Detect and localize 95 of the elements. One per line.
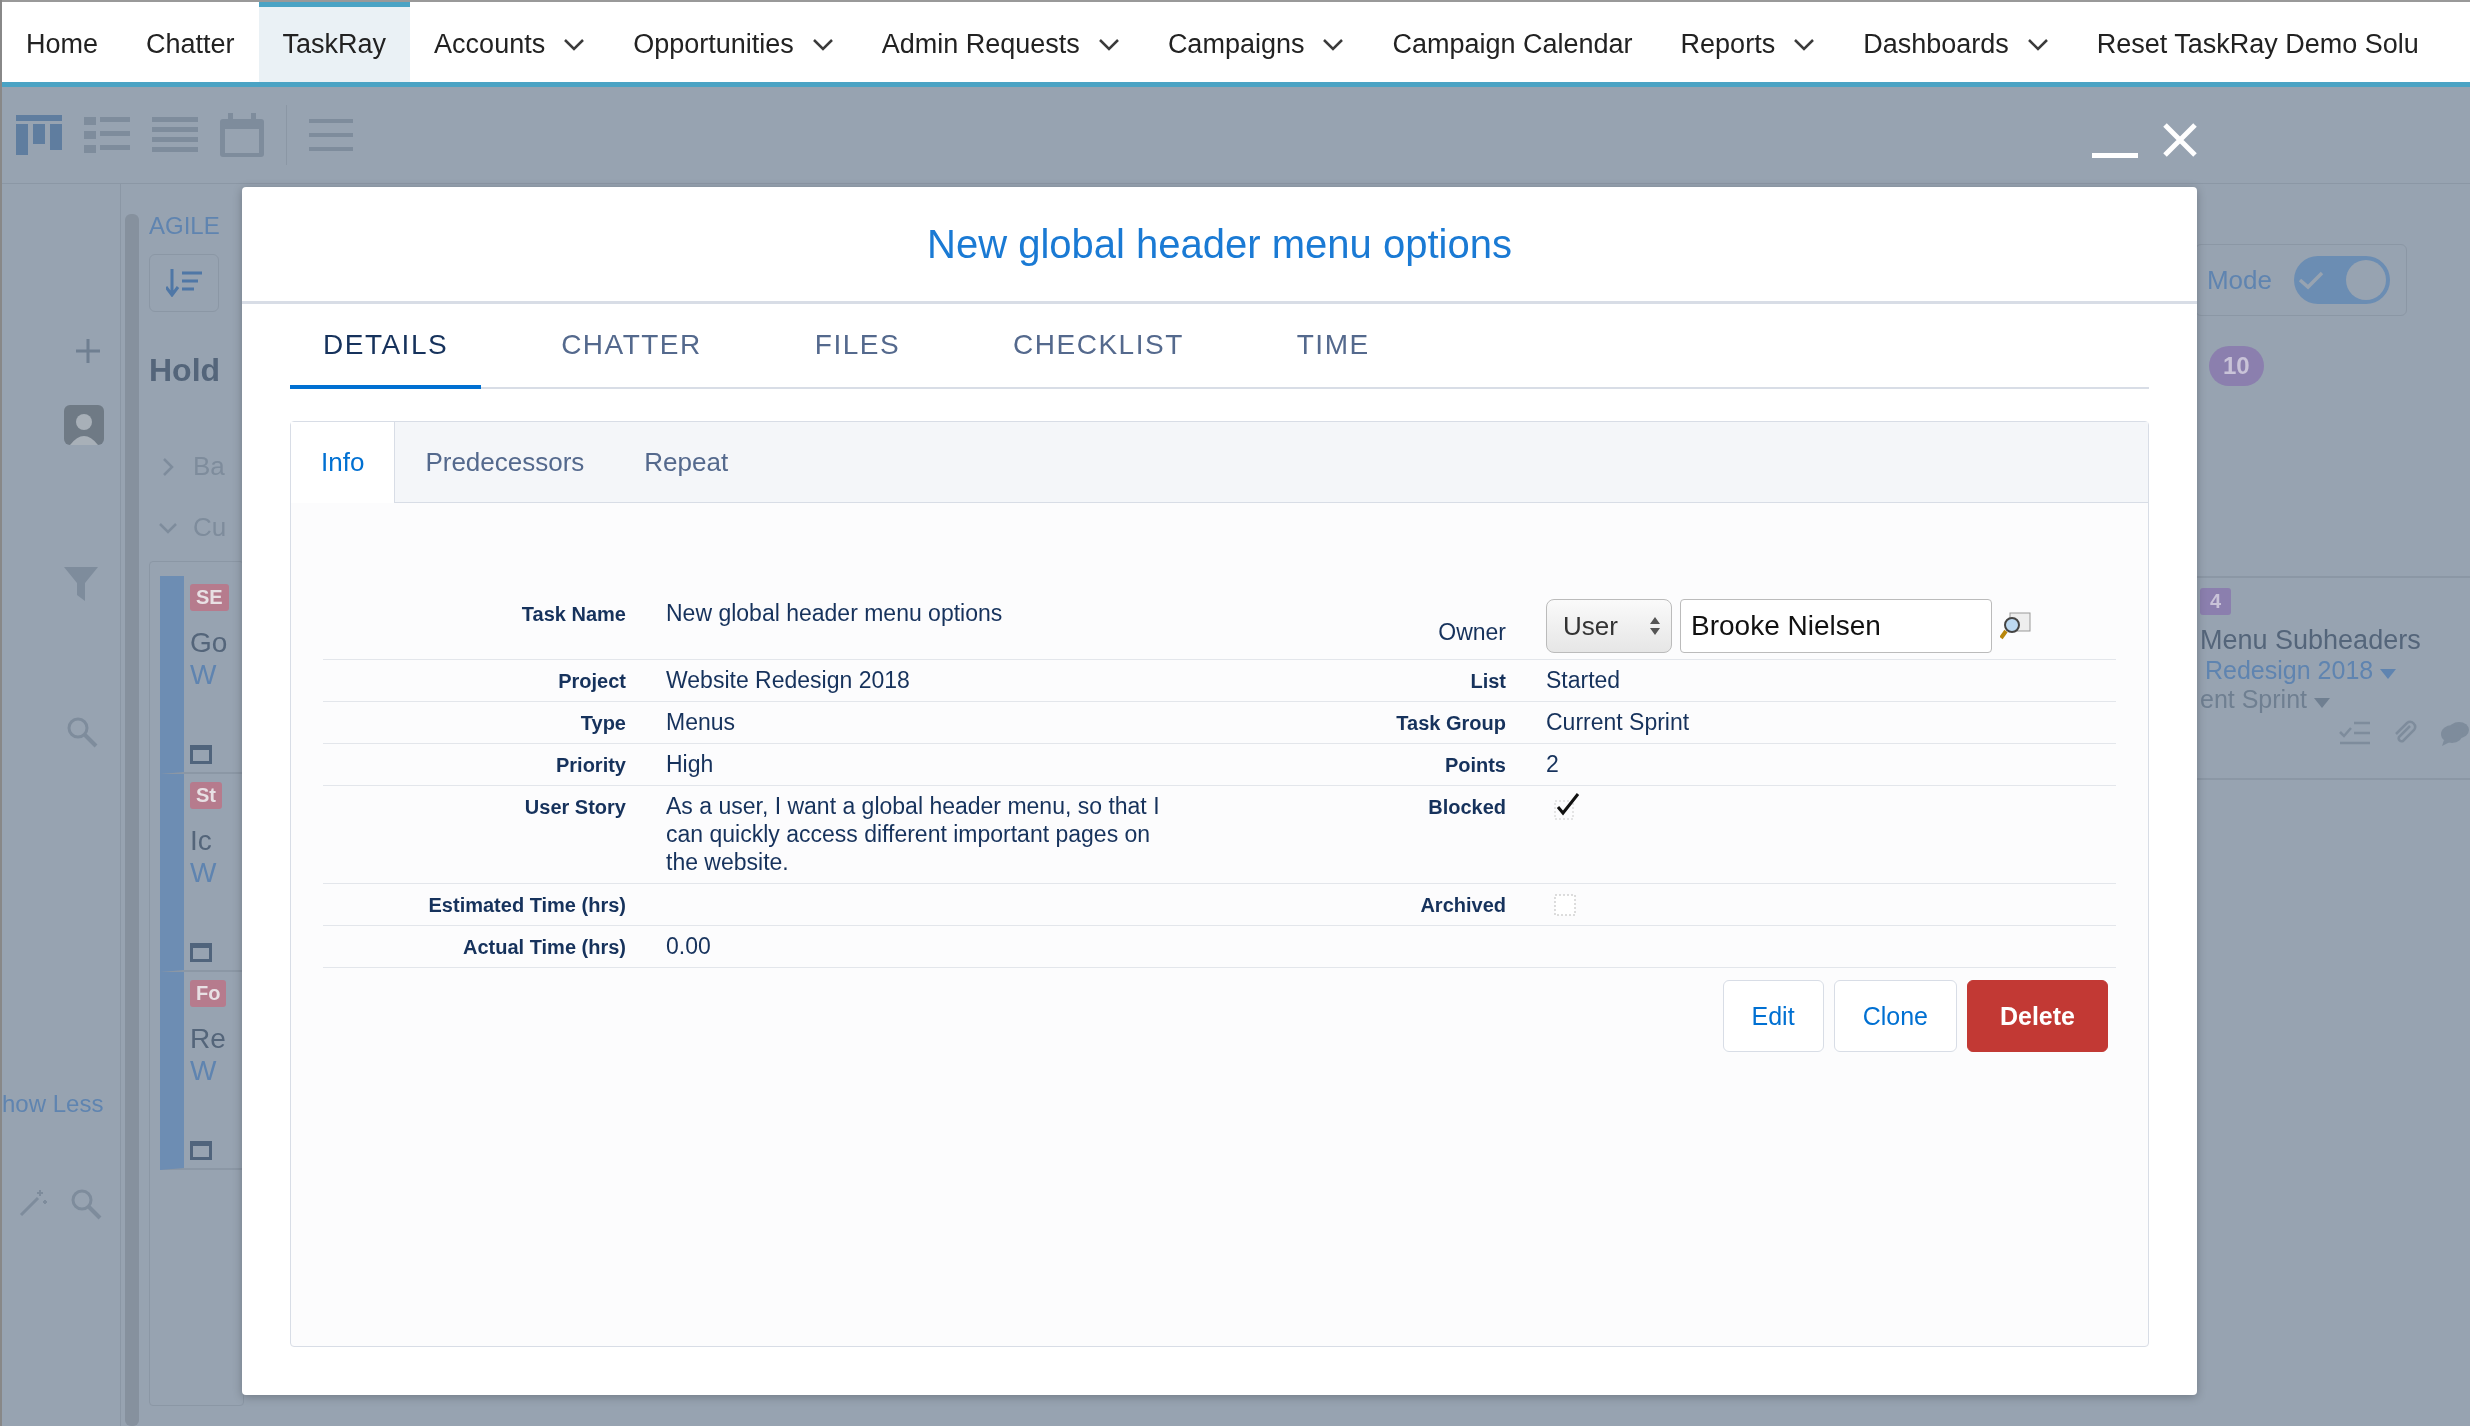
lines-view-icon[interactable] <box>152 115 198 155</box>
chevron-down-icon[interactable] <box>1097 37 1120 52</box>
subtab[interactable]: Info <box>291 422 396 503</box>
close-icon[interactable] <box>2162 122 2198 158</box>
field-label: Task Name <box>520 602 626 626</box>
chevron-down-icon[interactable] <box>811 37 834 52</box>
field-label: Blocked <box>1427 795 1506 820</box>
card-project: Redesign 2018 <box>2205 656 2397 685</box>
count-badge: 10 <box>2209 346 2264 386</box>
check-icon <box>2298 270 2324 290</box>
field-value: Started <box>1546 666 1622 695</box>
column-title: Hold <box>149 352 222 389</box>
field-label: Task Group <box>1395 711 1506 736</box>
nav-tab[interactable]: Reset TaskRay Demo Solu <box>2072 2 2443 82</box>
list-view-icon[interactable] <box>84 115 130 155</box>
field-value: As a user, I want a global header menu, so that I can quickly access different important pages on the website. <box>666 792 1161 877</box>
nav-tab[interactable]: Chatter <box>122 2 259 82</box>
checkbox[interactable] <box>1552 792 1580 821</box>
mode-toggle[interactable] <box>2294 256 2390 304</box>
checklist-icon[interactable] <box>2338 720 2370 746</box>
mode-label: Mode <box>2206 264 2272 296</box>
field-label: Actual Time (hrs) <box>462 935 626 960</box>
nav-tab[interactable]: Opportunities <box>609 2 858 82</box>
nav-tab[interactable]: Campaign Calendar <box>1368 2 1657 82</box>
field-label: Archived <box>1419 893 1506 918</box>
calendar-icon <box>190 1138 212 1160</box>
tag: Fo <box>190 980 227 1007</box>
tag: St <box>190 782 222 809</box>
field-label: Owner <box>1437 618 1506 646</box>
tag: 4 <box>2200 588 2232 615</box>
card-title: Menu Subheaders <box>2200 625 2421 656</box>
field-value: New global header menu options <box>666 599 1004 628</box>
field-label: Priority <box>554 753 626 778</box>
tab[interactable]: CHECKLIST <box>980 304 1217 389</box>
filter-icon[interactable] <box>64 567 98 601</box>
field-label: Type <box>579 711 626 736</box>
nav-tab[interactable]: Home <box>2 2 123 82</box>
card-title: Go <box>190 627 228 659</box>
field-label: List <box>1469 669 1506 693</box>
spinner-arrows-icon <box>1649 615 1661 637</box>
delete-button[interactable]: Delete <box>1966 980 2108 1053</box>
card-project: W <box>190 857 217 889</box>
chevron-down-icon[interactable] <box>1793 37 1816 52</box>
tag: SE <box>190 584 229 611</box>
search-icon[interactable] <box>70 1188 102 1220</box>
nav-tab[interactable]: Dashboards <box>1839 2 2073 82</box>
field-value: Website Redesign 2018 <box>666 666 911 695</box>
nav-tab[interactable]: Campaigns <box>1143 2 1369 82</box>
field-label: Estimated Time (hrs) <box>427 893 626 918</box>
board-view-icon[interactable] <box>16 115 62 155</box>
field-label: Project <box>557 669 626 693</box>
tab[interactable]: DETAILS <box>290 304 482 389</box>
field-value: High <box>666 750 715 779</box>
calendar-icon <box>190 940 212 962</box>
tab[interactable]: FILES <box>781 304 934 389</box>
field-label: Points <box>1443 753 1506 778</box>
avatar-icon[interactable] <box>64 405 104 445</box>
type-select[interactable]: User <box>1546 599 1672 653</box>
board-label: AGILE <box>149 212 221 240</box>
calendar-icon <box>190 742 212 764</box>
menu-icon[interactable] <box>309 117 353 153</box>
tab[interactable]: CHATTER <box>528 304 735 389</box>
card-title: Re <box>190 1023 226 1055</box>
action-button[interactable]: Edit <box>1722 980 1824 1053</box>
card-title: Ic <box>190 825 212 857</box>
nav-tab[interactable]: Admin Requests <box>857 2 1144 82</box>
lookup-icon[interactable] <box>2000 611 2032 641</box>
field-value: 2 <box>1546 750 1560 779</box>
caret-icon[interactable] <box>2313 698 2330 708</box>
chevron-down-icon[interactable] <box>563 37 586 52</box>
field-value: 0.00 <box>666 932 712 961</box>
owner-input[interactable]: Brooke Nielsen <box>1680 599 1992 653</box>
chat-icon[interactable] <box>2440 720 2470 746</box>
calendar-icon[interactable] <box>220 113 264 157</box>
field-label: User Story <box>523 795 626 820</box>
chevron-down-icon[interactable] <box>1322 37 1345 52</box>
card-project: W <box>190 659 217 691</box>
tab[interactable]: TIME <box>1263 304 1403 389</box>
chevron-down-icon[interactable] <box>2026 37 2049 52</box>
nav-tab[interactable]: Accounts <box>410 2 610 82</box>
field-value: Current Sprint <box>1546 708 1691 737</box>
search-icon[interactable] <box>66 716 98 748</box>
action-button[interactable]: Clone <box>1833 980 1957 1053</box>
subtab[interactable]: Repeat <box>614 422 759 502</box>
subtab[interactable]: Predecessors <box>395 422 615 502</box>
card-project: W <box>190 1055 217 1087</box>
nav-tab[interactable]: TaskRay <box>258 2 411 82</box>
sort-button[interactable] <box>149 254 219 312</box>
plus-icon[interactable] <box>76 339 100 363</box>
dialog-title: New global header menu options <box>242 187 2197 304</box>
field-value: Menus <box>666 708 737 737</box>
caret-icon[interactable] <box>2380 669 2397 679</box>
nav-tab[interactable]: Reports <box>1656 2 1840 82</box>
magic-wand-icon[interactable] <box>18 1188 48 1218</box>
sort-icon <box>166 269 202 297</box>
